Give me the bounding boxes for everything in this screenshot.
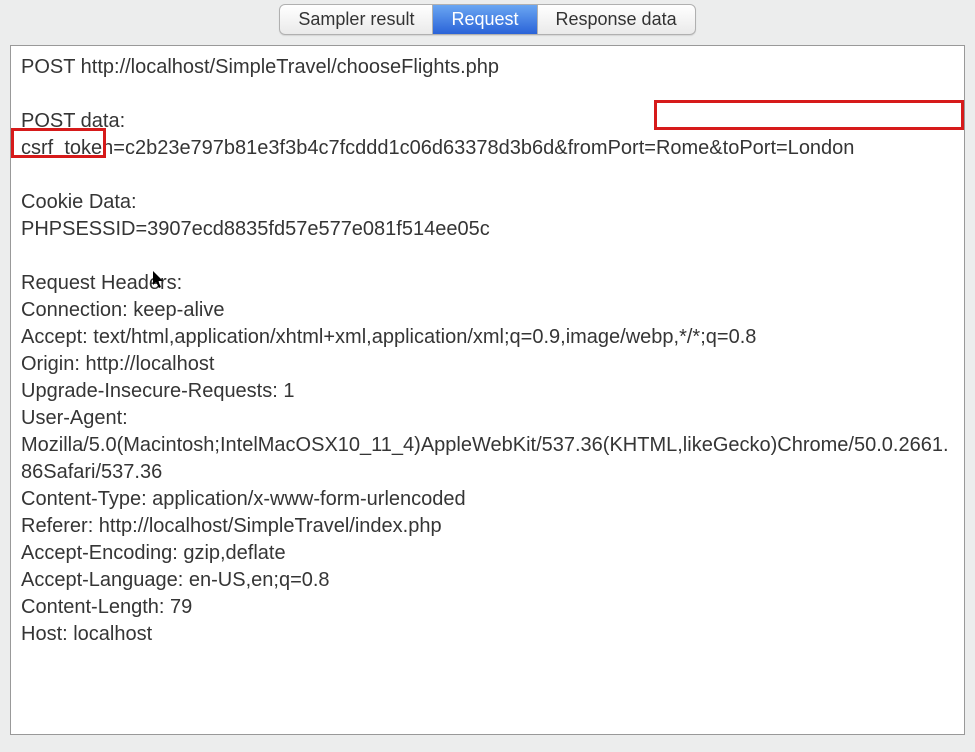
tab-response-data[interactable]: Response data <box>538 5 695 34</box>
spacer <box>21 243 954 270</box>
header-content-length: Content-Length: 79 <box>21 594 954 621</box>
header-origin: Origin: http://localhost <box>21 351 954 378</box>
post-data-label: POST data: <box>21 108 954 135</box>
header-user-agent-label: User-Agent: <box>21 405 954 432</box>
header-host: Host: localhost <box>21 621 954 648</box>
post-data-line: csrf_token=c2b23e797b81e3f3b4c7fcddd1c06… <box>21 135 954 162</box>
header-content-type: Content-Type: application/x-www-form-url… <box>21 486 954 513</box>
header-referer: Referer: http://localhost/SimpleTravel/i… <box>21 513 954 540</box>
request-headers-label: Request Headers: <box>21 270 954 297</box>
tab-sampler-result[interactable]: Sampler result <box>280 5 433 34</box>
post-data-highlighted-1: fromPort=Rome&toPort=L <box>568 137 799 159</box>
header-accept-encoding: Accept-Encoding: gzip,deflate <box>21 540 954 567</box>
spacer <box>21 162 954 189</box>
header-upgrade-insecure-requests: Upgrade-Insecure-Requests: 1 <box>21 378 954 405</box>
post-data-highlighted-2: ondon <box>799 137 855 159</box>
cookie-data-value: PHPSESSID=3907ecd8835fd57e577e081f514ee0… <box>21 216 954 243</box>
tab-request[interactable]: Request <box>433 5 537 34</box>
header-user-agent-value: Mozilla/5.0(Macintosh;IntelMacOSX10_11_4… <box>21 432 954 486</box>
header-accept-language: Accept-Language: en-US,en;q=0.8 <box>21 567 954 594</box>
post-data-prefix: csrf_token=c2b23e797b81e3f3b4c7fcddd1c06… <box>21 137 568 159</box>
tabs-group: Sampler result Request Response data <box>279 4 695 35</box>
tabs-bar: Sampler result Request Response data <box>0 0 975 45</box>
header-connection: Connection: keep-alive <box>21 297 954 324</box>
request-content-panel: POST http://localhost/SimpleTravel/choos… <box>10 45 965 735</box>
request-method-url: POST http://localhost/SimpleTravel/choos… <box>21 54 954 81</box>
cookie-data-label: Cookie Data: <box>21 189 954 216</box>
spacer <box>21 81 954 108</box>
header-accept: Accept: text/html,application/xhtml+xml,… <box>21 324 954 351</box>
